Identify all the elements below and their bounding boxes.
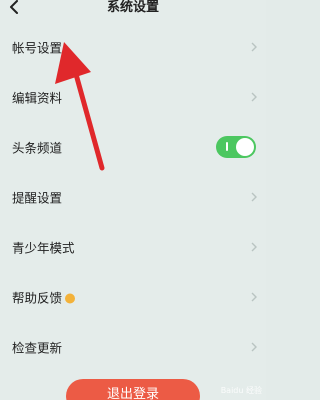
help-feedback-label: 帮助反馈 bbox=[12, 290, 63, 306]
logout-button[interactable]: 退出登录 bbox=[66, 379, 200, 400]
settings-row-help-feedback[interactable]: 帮助反馈 bbox=[0, 272, 266, 322]
watermark: Baidu 经验 bbox=[220, 386, 262, 395]
settings-row-teen-mode[interactable]: 青少年模式 bbox=[0, 222, 266, 272]
feedback-badge-icon bbox=[65, 293, 76, 303]
settings-row-label: 提醒设置 bbox=[12, 190, 63, 206]
toggle-on-mark-icon bbox=[226, 142, 228, 151]
settings-row-label: 头条频道 bbox=[12, 140, 63, 156]
chevron-right-icon bbox=[251, 192, 257, 202]
settings-row-notifications[interactable]: 提醒设置 bbox=[0, 172, 266, 222]
settings-row-account[interactable]: 帐号设置 bbox=[0, 22, 266, 72]
settings-row-label: 青少年模式 bbox=[12, 240, 75, 256]
page-title: 系统设置 bbox=[106, 0, 159, 15]
settings-row-headline-channel: 头条频道 bbox=[0, 122, 266, 172]
settings-row-label: 编辑资料 bbox=[12, 90, 63, 106]
settings-row-edit-profile[interactable]: 编辑资料 bbox=[0, 72, 266, 122]
settings-row-check-update[interactable]: 检查更新 bbox=[0, 322, 266, 372]
toggle-knob bbox=[236, 138, 254, 156]
chevron-right-icon bbox=[251, 92, 257, 102]
settings-screen: 系统设置 帐号设置 编辑资料 头条频道 提醒设置 青少年模式 帮助反馈 检查更新… bbox=[0, 0, 266, 400]
chevron-right-icon bbox=[251, 292, 257, 302]
chevron-right-icon bbox=[251, 42, 257, 52]
settings-row-label: 帮助反馈 bbox=[12, 288, 76, 307]
nav-bar: 系统设置 bbox=[0, 0, 266, 22]
chevron-right-icon bbox=[251, 342, 257, 352]
headline-channel-toggle[interactable] bbox=[216, 136, 256, 158]
settings-row-label: 检查更新 bbox=[12, 340, 63, 356]
chevron-right-icon bbox=[251, 242, 257, 252]
settings-row-label: 帐号设置 bbox=[12, 40, 63, 56]
